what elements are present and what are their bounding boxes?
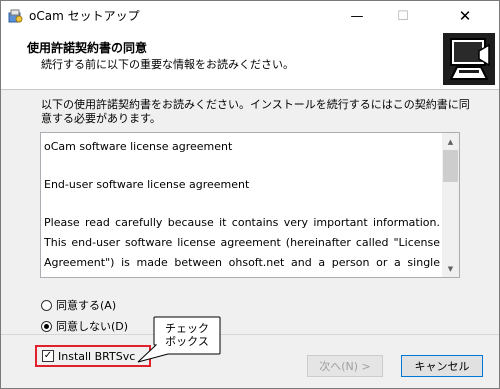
scroll-up-icon[interactable]: ▲	[442, 133, 459, 150]
license-line: Please read carefully because it contain…	[44, 216, 440, 277]
intro-text: 以下の使用許諾契約書をお読みください。インストールを続行するにはこの契約書に同意…	[41, 98, 470, 125]
license-text: oCam software license agreement End-user…	[44, 137, 440, 277]
minimize-button[interactable]: —	[337, 1, 377, 31]
license-line: oCam software license agreement	[44, 140, 233, 153]
wizard-body: 以下の使用許諾契約書をお読みください。インストールを続行するにはこの契約書に同意…	[1, 90, 499, 334]
close-button[interactable]: ✕	[445, 1, 485, 31]
wizard-header: 使用許諾契約書の同意 続行する前に以下の重要な情報をお読みください。	[1, 31, 499, 90]
window-title: oCam セットアップ	[29, 9, 140, 23]
setup-window: oCam セットアップ — ☐ ✕ 使用許諾契約書の同意 続行する前に以下の重要…	[0, 0, 500, 389]
installer-computer-icon	[443, 33, 495, 85]
annotation-line: チェック	[165, 322, 209, 335]
license-scrollbar[interactable]: ▲ ▼	[442, 133, 459, 277]
license-textbox[interactable]: oCam software license agreement End-user…	[40, 132, 460, 278]
install-brtsvc-checkbox-highlight[interactable]: ✓ Install BRTSvc	[35, 345, 151, 367]
setup-app-icon	[7, 8, 23, 24]
title-bar: oCam セットアップ — ☐ ✕	[1, 1, 499, 31]
page-title: 使用許諾契約書の同意	[27, 41, 148, 55]
install-brtsvc-label: Install BRTSvc	[58, 349, 136, 363]
agree-radio-circle[interactable]	[41, 299, 52, 311]
annotation-line: ボックス	[165, 335, 209, 348]
wizard-footer: ✓ Install BRTSvc 次へ(N) > キャンセル	[1, 334, 499, 388]
next-button[interactable]: 次へ(N) >	[307, 355, 383, 377]
scroll-down-icon[interactable]: ▼	[442, 260, 459, 277]
page-subtitle: 続行する前に以下の重要な情報をお読みください。	[41, 58, 294, 71]
agree-radio-label: 同意する(A)	[56, 299, 117, 312]
maximize-button[interactable]: ☐	[383, 1, 423, 31]
scroll-thumb[interactable]	[443, 150, 458, 182]
install-brtsvc-checkbox[interactable]: ✓	[42, 350, 54, 362]
disagree-radio-label: 同意しない(D)	[56, 320, 129, 333]
cancel-button[interactable]: キャンセル	[401, 355, 483, 377]
disagree-radio-circle[interactable]	[41, 320, 52, 332]
license-line: End-user software license agreement	[44, 178, 250, 191]
annotation-text: チェック ボックス	[158, 322, 216, 348]
disagree-radio[interactable]: 同意しない(D)	[41, 318, 128, 334]
agree-radio[interactable]: 同意する(A)	[41, 297, 116, 313]
